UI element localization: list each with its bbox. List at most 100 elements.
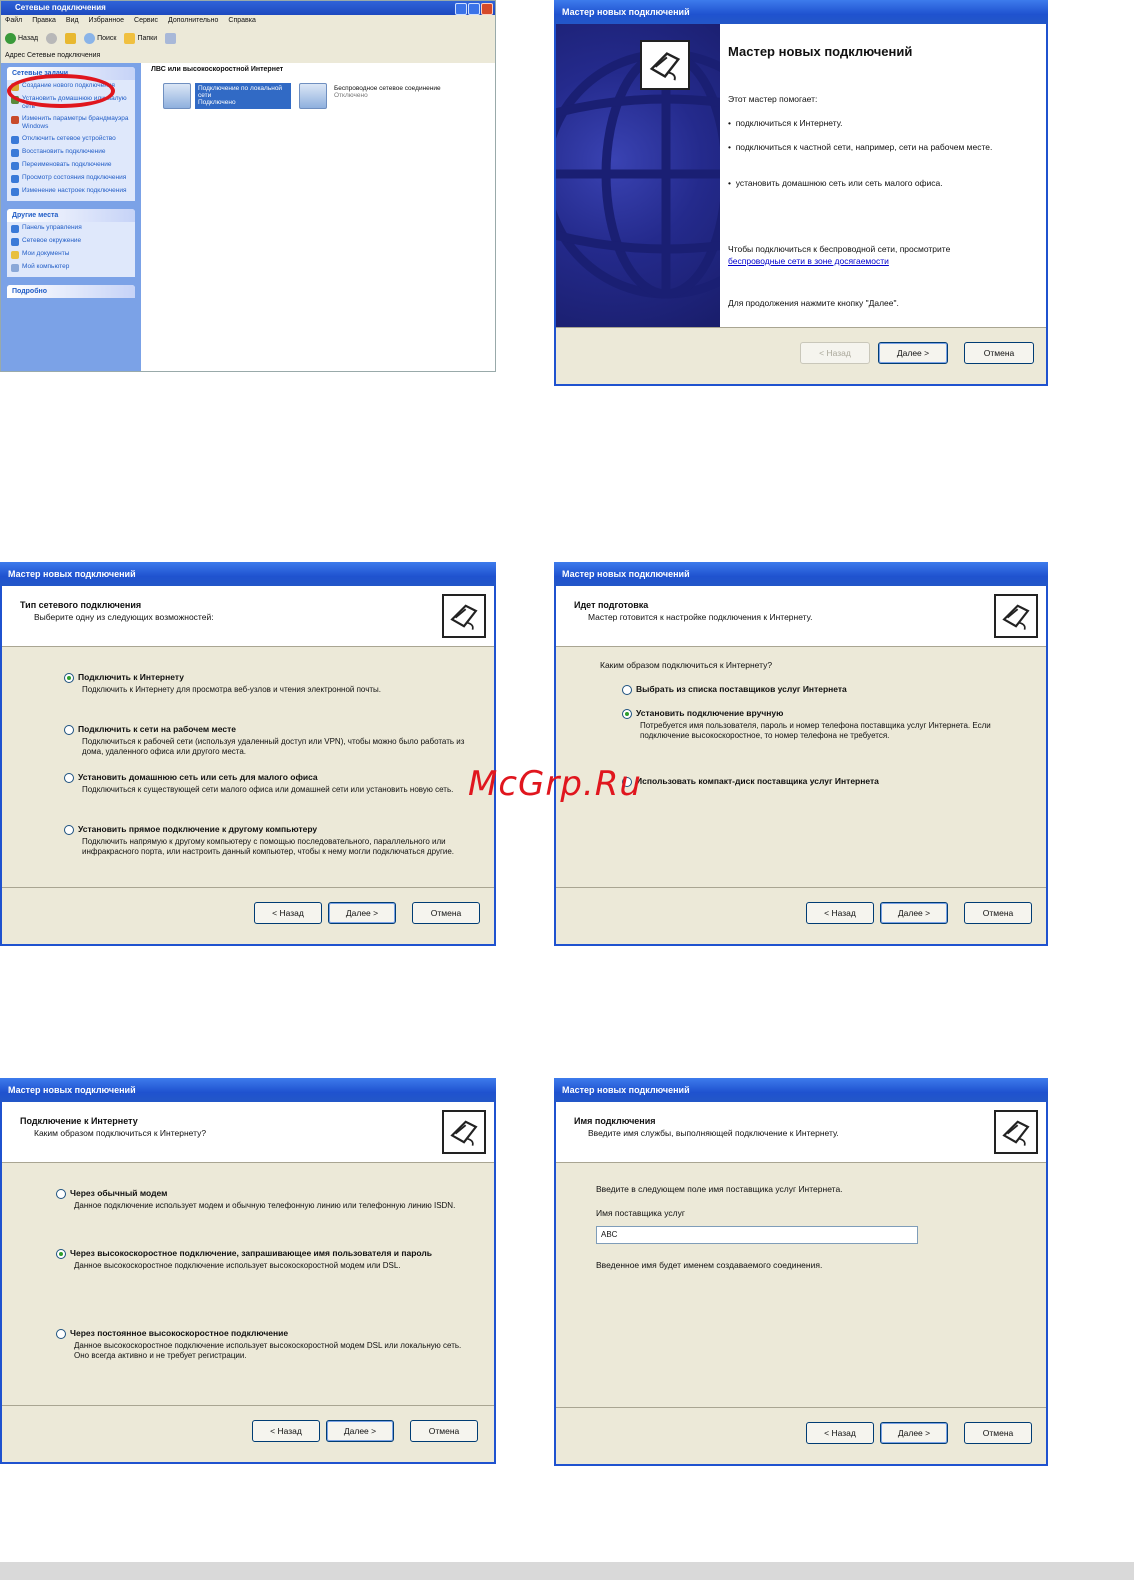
page-title: Имя подключения — [574, 1116, 656, 1126]
wireless-connection-icon — [299, 83, 327, 109]
wizard-header: Идет подготовка Мастер готовится к настр… — [556, 586, 1046, 647]
status-icon — [11, 175, 19, 183]
option-label: Установить домашнюю сеть или сеть для ма… — [78, 772, 318, 782]
welcome-intro: Этот мастер помогает: — [728, 94, 818, 104]
place-documents[interactable]: Мои документы — [7, 248, 135, 261]
back-button[interactable]: < Назад — [806, 902, 874, 924]
minimize-button[interactable] — [455, 3, 467, 15]
radio-manual[interactable] — [622, 709, 632, 719]
connection-wizard-icon — [994, 594, 1038, 638]
wizard-type-window: Мастер новых подключений Тип сетевого по… — [0, 562, 496, 946]
back-label: Назад — [18, 34, 39, 42]
task-repair[interactable]: Восстановить подключение — [7, 146, 135, 159]
option-always-on[interactable]: Через постоянное высокоскоростное подклю… — [56, 1328, 476, 1361]
option-desc: Потребуется имя пользователя, пароль и н… — [640, 721, 991, 740]
option-label: Через постоянное высокоскоростное подклю… — [70, 1328, 289, 1338]
connection-lan[interactable]: Подключение по локальной сети Подключено — [163, 83, 291, 109]
radio-workplace[interactable] — [64, 725, 74, 735]
cancel-button[interactable]: Отмена — [964, 902, 1032, 924]
option-label: Использовать компакт-диск поставщика усл… — [636, 776, 879, 786]
cancel-button[interactable]: Отмена — [412, 902, 480, 924]
radio-dialup[interactable] — [56, 1189, 66, 1199]
wizard-body: Имя подключения Введите имя службы, выпо… — [554, 1102, 1048, 1466]
menu-view[interactable]: Вид — [66, 15, 79, 27]
option-internet[interactable]: Подключить к Интернету Подключить к Инте… — [64, 672, 476, 695]
task-disable-device[interactable]: Отключить сетевое устройство — [7, 133, 135, 146]
menu-edit[interactable]: Правка — [32, 15, 56, 27]
other-places-header[interactable]: Другие места — [7, 209, 135, 222]
up-folder-icon[interactable] — [65, 32, 77, 44]
connection-wireless[interactable]: Беспроводное сетевое соединение Отключено — [299, 83, 447, 109]
wizard-title: Мастер новых подключений — [554, 1078, 1048, 1102]
views-icon[interactable] — [165, 32, 177, 44]
cancel-button[interactable]: Отмена — [964, 1422, 1032, 1444]
page-subtitle: Мастер готовится к настройке подключения… — [588, 612, 813, 622]
menu-help[interactable]: Справка — [228, 15, 255, 27]
next-button[interactable]: Далее > — [878, 342, 948, 364]
back-button[interactable]: < Назад — [254, 902, 322, 924]
page-title: Тип сетевого подключения — [20, 600, 142, 610]
search-button[interactable]: Поиск — [84, 32, 116, 44]
wizard-internet-window: Мастер новых подключений Подключение к И… — [0, 1078, 496, 1464]
option-manual[interactable]: Установить подключение вручную Потребует… — [622, 708, 1028, 741]
radio-home-network[interactable] — [64, 773, 74, 783]
forward-arrow-icon[interactable] — [46, 32, 58, 44]
option-direct[interactable]: Установить прямое подключение к другому … — [64, 824, 476, 857]
name-prompt: Введите в следующем поле имя поставщика … — [596, 1184, 843, 1194]
connections-list: ЛВС или высокоскоростной Интернет Подклю… — [141, 63, 495, 371]
place-network[interactable]: Сетевое окружение — [7, 235, 135, 248]
connection-wizard-icon — [640, 40, 690, 90]
radio-broadband-login[interactable] — [56, 1249, 66, 1259]
window-title: Сетевые подключения — [1, 1, 495, 15]
back-button[interactable]: < Назад — [806, 1422, 874, 1444]
next-button[interactable]: Далее > — [328, 902, 396, 924]
task-firewall[interactable]: Изменить параметры брандмауэра Windows — [7, 113, 135, 133]
repair-icon — [11, 149, 19, 157]
wizard-name-window: Мастер новых подключений Имя подключения… — [554, 1078, 1048, 1466]
modem-icon — [1002, 1120, 1030, 1146]
menu-favorites[interactable]: Избранное — [89, 15, 124, 27]
option-home-network[interactable]: Установить домашнюю сеть или сеть для ма… — [64, 772, 476, 795]
option-desc: Подключить к Интернету для просмотра веб… — [82, 685, 381, 694]
isp-name-input[interactable]: ABC — [596, 1226, 918, 1244]
close-button[interactable] — [481, 3, 493, 15]
place-computer[interactable]: Мой компьютер — [7, 261, 135, 277]
highlight-ellipse — [7, 74, 115, 108]
task-rename[interactable]: Переименовать подключение — [7, 159, 135, 172]
radio-isp-list[interactable] — [622, 685, 632, 695]
next-button[interactable]: Далее > — [326, 1420, 394, 1442]
back-button[interactable]: < Назад — [800, 342, 870, 364]
next-button[interactable]: Далее > — [880, 1422, 948, 1444]
address-bar[interactable]: Адрес Сетевые подключения — [1, 49, 495, 64]
option-isp-list[interactable]: Выбрать из списка поставщиков услуг Инте… — [622, 684, 1028, 695]
wizard-ready-window: Мастер новых подключений Идет подготовка… — [554, 562, 1048, 946]
details-header[interactable]: Подробно — [7, 285, 135, 298]
folders-button[interactable]: Папки — [124, 32, 157, 44]
menu-advanced[interactable]: Дополнительно — [168, 15, 218, 27]
radio-direct[interactable] — [64, 825, 74, 835]
maximize-button[interactable] — [468, 3, 480, 15]
welcome-bullet-2: • подключиться к частной сети, например,… — [728, 142, 993, 152]
search-icon — [84, 32, 96, 44]
option-workplace[interactable]: Подключить к сети на рабочем месте Подкл… — [64, 724, 476, 757]
option-broadband-login[interactable]: Через высокоскоростное подключение, запр… — [56, 1248, 476, 1271]
menu-file[interactable]: Файл — [5, 15, 22, 27]
lan-connection-icon — [163, 83, 191, 109]
back-button[interactable]: Назад — [5, 32, 39, 44]
radio-always-on[interactable] — [56, 1329, 66, 1339]
cancel-button[interactable]: Отмена — [410, 1420, 478, 1442]
place-control-panel[interactable]: Панель управления — [7, 222, 135, 235]
option-cd[interactable]: Использовать компакт-диск поставщика усл… — [622, 776, 1028, 787]
cancel-button[interactable]: Отмена — [964, 342, 1034, 364]
option-label: Подключить к Интернету — [78, 672, 184, 682]
next-button[interactable]: Далее > — [880, 902, 948, 924]
radio-internet[interactable] — [64, 673, 74, 683]
option-dialup[interactable]: Через обычный модем Данное подключение и… — [56, 1188, 476, 1211]
back-button[interactable]: < Назад — [252, 1420, 320, 1442]
wireless-networks-link[interactable]: беспроводные сети в зоне досягаемости — [728, 256, 889, 266]
task-settings[interactable]: Изменение настроек подключения — [7, 185, 135, 201]
wizard-body: Мастер новых подключений Этот мастер пом… — [554, 24, 1048, 386]
option-desc: Данное высокоскоростное подключение испо… — [74, 1261, 401, 1270]
task-status[interactable]: Просмотр состояния подключения — [7, 172, 135, 185]
menu-tools[interactable]: Сервис — [134, 15, 158, 27]
